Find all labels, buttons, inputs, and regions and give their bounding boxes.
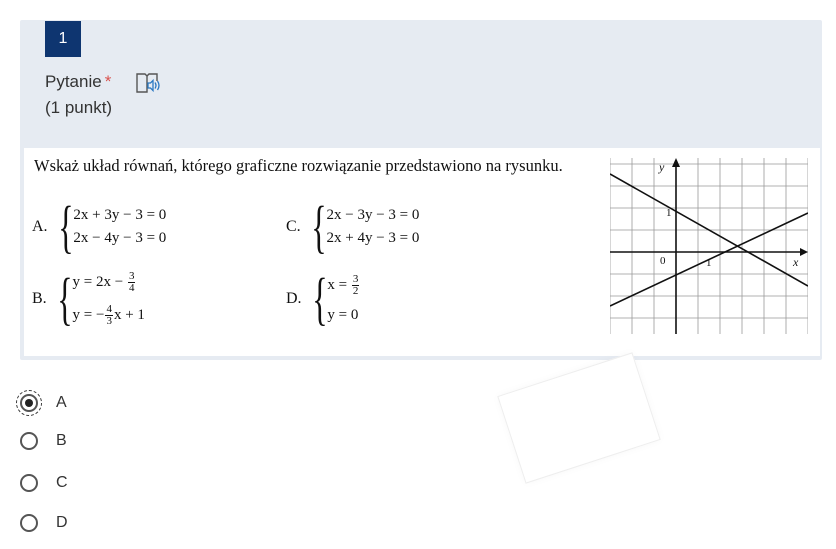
option-c-line2: 2x + 4y − 3 = 0 [326, 230, 420, 246]
answer-label-b: B [56, 432, 67, 449]
answer-option-a[interactable]: A [16, 388, 220, 418]
option-b-line1: y = 2x − 34 [72, 270, 136, 294]
brace-c: { [310, 194, 327, 259]
radio-d[interactable] [20, 514, 38, 532]
option-b-line2: y = −4 3 x + 1 [72, 303, 145, 327]
graph-y-label: y [658, 160, 665, 174]
brace-d: { [311, 266, 328, 331]
option-c-line1: 2x − 3y − 3 = 0 [326, 207, 420, 223]
read-aloud-icon[interactable] [135, 71, 161, 95]
graph-x-label: x [792, 255, 799, 269]
answer-label-d: D [56, 514, 68, 531]
option-a-line2: 2x − 4y − 3 = 0 [73, 230, 167, 246]
graph-y-arrow [672, 158, 680, 167]
question-points: (1 punkt) [45, 98, 113, 117]
radio-a[interactable] [16, 390, 42, 416]
brace-b: { [56, 266, 73, 331]
question-text: Wskaż układ równań, którego graficzne ro… [34, 156, 563, 175]
answer-option-c[interactable]: C [20, 468, 220, 498]
graph-x-arrow [800, 248, 808, 256]
answer-label-a: A [56, 394, 67, 411]
answer-option-d[interactable]: D [20, 508, 220, 538]
option-d-line1: x = 32 [327, 273, 360, 297]
question-content: Wskaż układ równań, którego graficzne ro… [24, 148, 820, 356]
option-a: A. { 2x + 3y − 3 = 0 2x − 4y − 3 = 0 [32, 198, 166, 256]
option-d-line2: y = 0 [327, 307, 359, 323]
watermark-decoration [497, 352, 661, 484]
option-b-letter: B. [32, 290, 47, 307]
option-c-letter: C. [286, 218, 301, 235]
question-title-label: Pytanie [45, 72, 102, 91]
question-number-badge: 1 [45, 21, 81, 57]
radio-b[interactable] [20, 432, 38, 450]
brace-a: { [57, 194, 74, 259]
graph-one-x-label: 1 [706, 257, 712, 269]
solution-graph: y x 0 1 1 [610, 158, 808, 334]
option-a-line1: 2x + 3y − 3 = 0 [73, 207, 167, 223]
graph-one-y-label: 1 [666, 207, 672, 219]
option-b: B. { y = 2x − 34 y = −4 3 x + 1 [32, 270, 145, 328]
answer-label-c: C [56, 474, 68, 491]
graph-grid [610, 158, 808, 334]
graph-origin-label: 0 [660, 255, 666, 267]
option-a-letter: A. [32, 218, 48, 235]
option-c: C. { 2x − 3y − 3 = 0 2x + 4y − 3 = 0 [286, 198, 419, 256]
answer-option-b[interactable]: B [20, 426, 220, 456]
required-mark: * [104, 72, 112, 91]
option-d-letter: D. [286, 290, 302, 307]
option-d: D. { x = 32 y = 0 [286, 270, 360, 328]
radio-c[interactable] [20, 474, 38, 492]
question-title: Pytanie * [45, 72, 111, 92]
